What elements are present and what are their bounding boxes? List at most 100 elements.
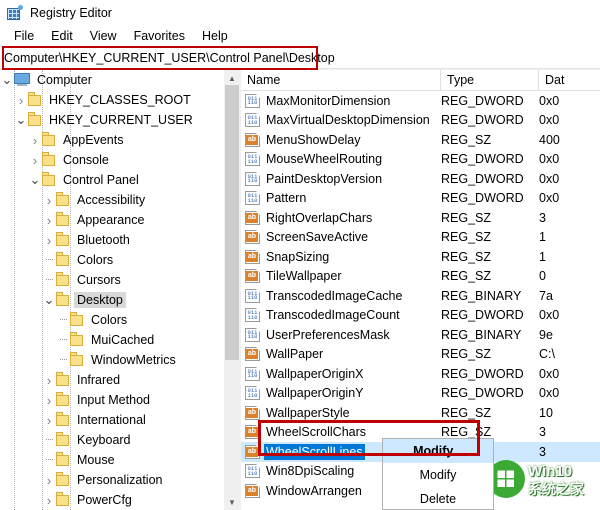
- tree-node[interactable]: › Accessibility: [0, 190, 240, 210]
- chevron-right-icon[interactable]: ›: [42, 490, 56, 510]
- registry-value-row[interactable]: ab TileWallpaper REG_SZ 0: [241, 267, 600, 287]
- folder-icon: [70, 312, 84, 326]
- registry-value-row[interactable]: 011 110 PaintDesktopVersion REG_DWORD 0x0: [241, 169, 600, 189]
- tree-node[interactable]: WindowMetrics: [0, 350, 240, 370]
- value-name-label: TileWallpaper: [266, 269, 342, 284]
- chevron-down-icon[interactable]: ⌄: [0, 70, 14, 90]
- registry-value-row[interactable]: 011 110 WallpaperOriginY REG_DWORD 0x0: [241, 384, 600, 404]
- tree-node[interactable]: › Personalization: [0, 470, 240, 490]
- tree-node[interactable]: Cursors: [0, 270, 240, 290]
- registry-value-row[interactable]: 011 110 TranscodedImageCache REG_BINARY 7a: [241, 286, 600, 306]
- tree-node[interactable]: › PowerCfg: [0, 490, 240, 510]
- chevron-right-icon[interactable]: ›: [42, 470, 56, 490]
- registry-value-row[interactable]: 011 110 Pattern REG_DWORD 0x0: [241, 189, 600, 209]
- column-header-name[interactable]: Name: [241, 70, 441, 91]
- menu-edit[interactable]: Edit: [43, 27, 82, 45]
- tree-node[interactable]: Keyboard: [0, 430, 240, 450]
- tree-node[interactable]: › Appearance: [0, 210, 240, 230]
- tree-node[interactable]: Colors: [0, 310, 240, 330]
- value-type-cell: REG_SZ: [441, 347, 492, 362]
- context-menu-item-modify[interactable]: Modify: [383, 463, 493, 487]
- folder-icon: [56, 472, 70, 486]
- scroll-up-icon[interactable]: ▲: [224, 70, 240, 86]
- registry-value-row[interactable]: 011 110 TranscodedImageCount REG_DWORD 0x0: [241, 306, 600, 326]
- computer-icon: [14, 73, 30, 87]
- column-header-type[interactable]: Type: [441, 70, 539, 91]
- registry-value-row[interactable]: ab ScreenSaveActive REG_SZ 1: [241, 228, 600, 248]
- menu-view[interactable]: View: [82, 27, 126, 45]
- registry-value-row[interactable]: 011 110 WallpaperOriginX REG_DWORD 0x0: [241, 364, 600, 384]
- registry-value-row[interactable]: 011 110 UserPreferencesMask REG_BINARY 9e: [241, 325, 600, 345]
- tree-node[interactable]: ⌄ Control Panel: [0, 170, 240, 190]
- value-name-cell: 011 110 WallpaperOriginY: [241, 385, 441, 401]
- tree-node[interactable]: › Console: [0, 150, 240, 170]
- chevron-right-icon[interactable]: ›: [14, 90, 28, 110]
- registry-value-row[interactable]: ab RightOverlapChars REG_SZ 3: [241, 208, 600, 228]
- tree-node[interactable]: › AppEvents: [0, 130, 240, 150]
- menu-help[interactable]: Help: [194, 27, 237, 45]
- chevron-right-icon[interactable]: ›: [42, 410, 56, 430]
- tree-node[interactable]: Mouse: [0, 450, 240, 470]
- tree-node[interactable]: ⌄ HKEY_CURRENT_USER: [0, 110, 240, 130]
- folder-icon: [56, 232, 70, 246]
- chevron-right-icon[interactable]: ›: [42, 210, 56, 230]
- reg-string-icon: ab: [245, 132, 260, 147]
- registry-value-row[interactable]: 011 110 MaxVirtualDesktopDimension REG_DWOR…: [241, 111, 600, 131]
- tree-node-label: Personalization: [77, 473, 163, 487]
- menu-file[interactable]: File: [6, 27, 43, 45]
- tree-scroll-thumb[interactable]: [225, 85, 239, 360]
- tree-node[interactable]: › Bluetooth: [0, 230, 240, 250]
- tree-node[interactable]: › Infrared: [0, 370, 240, 390]
- chevron-right-icon[interactable]: ›: [42, 390, 56, 410]
- tree-node-label: WindowMetrics: [91, 353, 176, 367]
- folder-icon: [42, 132, 56, 146]
- tree-leaf-connector: [56, 350, 70, 370]
- chevron-right-icon[interactable]: ›: [42, 370, 56, 390]
- registry-value-row[interactable]: ab MenuShowDelay REG_SZ 400: [241, 130, 600, 150]
- chevron-right-icon[interactable]: ›: [42, 190, 56, 210]
- value-name-cell: 011 110 MaxMonitorDimension: [241, 93, 441, 109]
- value-name-label: TranscodedImageCount: [266, 308, 400, 323]
- address-bar[interactable]: Computer\HKEY_CURRENT_USER\Control Panel…: [0, 47, 600, 69]
- registry-editor-window: Registry Editor File Edit View Favorites…: [0, 0, 600, 510]
- registry-value-row[interactable]: ab WallpaperStyle REG_SZ 10: [241, 403, 600, 423]
- value-type-cell: REG_DWORD: [441, 386, 524, 401]
- tree-node[interactable]: ⌄ Desktop: [0, 290, 240, 310]
- value-name-cell: ab SnapSizing: [241, 249, 441, 265]
- registry-value-row[interactable]: ab SnapSizing REG_SZ 1: [241, 247, 600, 267]
- chevron-right-icon[interactable]: ›: [42, 230, 56, 250]
- value-name-label: MaxVirtualDesktopDimension: [266, 113, 430, 128]
- value-name-label: TranscodedImageCache: [266, 288, 403, 303]
- chevron-down-icon[interactable]: ⌄: [42, 290, 56, 310]
- reg-binary-icon: 011 110: [245, 93, 260, 108]
- tree-node[interactable]: › International: [0, 410, 240, 430]
- context-menu[interactable]: Modify... Modify Delete: [382, 438, 494, 510]
- menu-favorites[interactable]: Favorites: [126, 27, 194, 45]
- tree-node[interactable]: Colors: [0, 250, 240, 270]
- tree-node[interactable]: › Input Method: [0, 390, 240, 410]
- value-name-label: MenuShowDelay: [266, 132, 361, 147]
- registry-value-row[interactable]: 011 110 MaxMonitorDimension REG_DWORD 0x0: [241, 91, 600, 111]
- value-name-cell: 011 110 UserPreferencesMask: [241, 327, 441, 343]
- chevron-down-icon[interactable]: ⌄: [28, 170, 42, 190]
- value-name-cell: ab RightOverlapChars: [241, 210, 441, 226]
- registry-tree-pane[interactable]: ⌄ Computer › HKEY_CLASSES_ROOT ⌄ HKEY_CURRENT…: [0, 70, 240, 510]
- registry-value-row[interactable]: ab WallPaper REG_SZ C:\: [241, 345, 600, 365]
- reg-binary-icon: 011 110: [245, 366, 260, 381]
- context-menu-item-delete[interactable]: Delete: [383, 487, 493, 510]
- column-header-data[interactable]: Dat: [539, 70, 600, 91]
- scroll-down-icon[interactable]: ▼: [224, 494, 240, 510]
- reg-string-icon: ab: [245, 210, 260, 225]
- registry-value-row[interactable]: 011 110 MouseWheelRouting REG_DWORD 0x0: [241, 150, 600, 170]
- tree-leaf-connector: [42, 270, 56, 290]
- context-menu-item-modify-dialog[interactable]: Modify...: [383, 439, 493, 463]
- reg-string-icon: ab: [245, 269, 260, 284]
- chevron-down-icon[interactable]: ⌄: [14, 110, 28, 130]
- chevron-right-icon[interactable]: ›: [28, 150, 42, 170]
- chevron-right-icon[interactable]: ›: [28, 130, 42, 150]
- tree-node[interactable]: MuiCached: [0, 330, 240, 350]
- tree-node[interactable]: ⌄ Computer: [0, 70, 240, 90]
- value-name-cell: ab TileWallpaper: [241, 268, 441, 284]
- tree-node[interactable]: › HKEY_CLASSES_ROOT: [0, 90, 240, 110]
- value-type-cell: REG_SZ: [441, 269, 492, 284]
